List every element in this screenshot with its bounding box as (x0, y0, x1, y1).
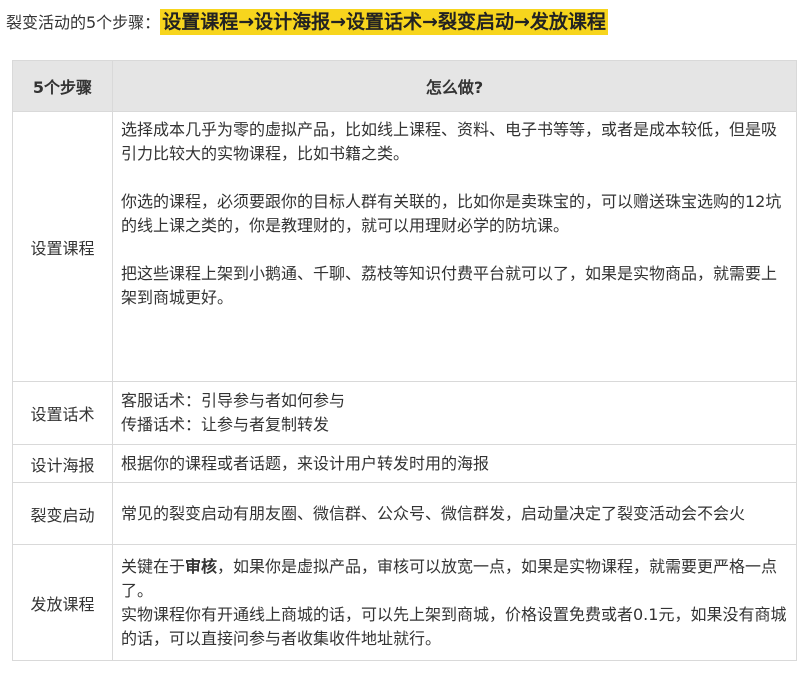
column-header-steps: 5个步骤 (12, 60, 113, 112)
description-line: 传播话术：让参与者复制转发 (121, 415, 330, 434)
step-description: 根据你的课程或者话题，来设计用户转发时用的海报 (112, 444, 797, 483)
description-suffix: ，如果你是虚拟产品，审核可以放宽一点，如果是实物课程，就需要更严格一点了。 (121, 556, 778, 600)
steps-table: 5个步骤 怎么做? 设置课程 选择成本几乎为零的虚拟产品，比如线上课程、资料、电… (12, 60, 797, 661)
description-prefix: 关键在于 (121, 556, 186, 576)
column-header-how: 怎么做? (112, 60, 797, 112)
step-name: 发放课程 (12, 544, 113, 661)
steps-highlight: 设置课程→设计海报→设置话术→裂变启动→发放课程 (160, 9, 608, 35)
step-name: 设置话术 (12, 381, 113, 445)
step-description: 选择成本几乎为零的虚拟产品，比如线上课程、资料、电子书等等，或者是成本较低，但是… (112, 111, 797, 382)
step-name: 设计海报 (12, 444, 113, 483)
keyword-review: 审核 (185, 556, 218, 576)
description-line: 实物课程你有开通线上商城的话，可以先上架到商城，价格设置免费或者0.1元，如果没… (121, 604, 787, 648)
intro-line: 裂变活动的5个步骤： 设置课程→设计海报→设置话术→裂变启动→发放课程 (6, 8, 608, 36)
table-row: 设置话术 客服话术：引导参与者如何参与 传播话术：让参与者复制转发 (12, 381, 797, 445)
description-paragraph: 把这些课程上架到小鹅通、千聊、荔枝等知识付费平台就可以了，如果是实物商品，就需要… (121, 264, 778, 307)
step-name: 裂变启动 (12, 482, 113, 545)
description-line: 客服话术：引导参与者如何参与 (121, 391, 346, 410)
step-description: 常见的裂变启动有朋友圈、微信群、公众号、微信群发，启动量决定了裂变活动会不会火 (112, 482, 797, 545)
table-row: 设计海报 根据你的课程或者话题，来设计用户转发时用的海报 (12, 444, 797, 483)
table-row: 发放课程 关键在于审核，如果你是虚拟产品，审核可以放宽一点，如果是实物课程，就需… (12, 544, 797, 661)
table-header-row: 5个步骤 怎么做? (12, 60, 797, 112)
description-paragraph: 你选的课程，必须要跟你的目标人群有关联的，比如你是卖珠宝的，可以赠送珠宝选购的1… (121, 192, 782, 235)
step-description: 关键在于审核，如果你是虚拟产品，审核可以放宽一点，如果是实物课程，就需要更严格一… (112, 544, 797, 661)
table-row: 设置课程 选择成本几乎为零的虚拟产品，比如线上课程、资料、电子书等等，或者是成本… (12, 111, 797, 382)
step-description: 客服话术：引导参与者如何参与 传播话术：让参与者复制转发 (112, 381, 797, 445)
intro-label: 裂变活动的5个步骤： (6, 13, 161, 32)
description-line: 关键在于审核，如果你是虚拟产品，审核可以放宽一点，如果是实物课程，就需要更严格一… (121, 555, 788, 603)
step-name: 设置课程 (12, 111, 113, 382)
table-row: 裂变启动 常见的裂变启动有朋友圈、微信群、公众号、微信群发，启动量决定了裂变活动… (12, 482, 797, 545)
description-paragraph: 选择成本几乎为零的虚拟产品，比如线上课程、资料、电子书等等，或者是成本较低，但是… (121, 120, 778, 163)
